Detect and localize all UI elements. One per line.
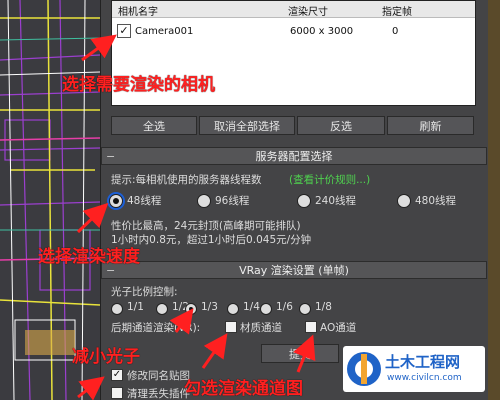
server-config-header[interactable]: − 服务器配置选择 — [101, 147, 487, 165]
photon-label-1-3: 1/3 — [201, 301, 218, 313]
annotation-reduce-photon: 减小光子 — [72, 347, 140, 367]
photon-radio-1-4[interactable] — [227, 303, 239, 315]
refresh-button[interactable]: 刷新 — [387, 116, 474, 135]
table-row[interactable]: ✓ Camera001 6000 x 3000 0 — [112, 23, 475, 41]
rename-texture-checkbox[interactable]: ✓ — [111, 369, 123, 381]
photon-radio-1-3[interactable] — [185, 303, 197, 315]
site-watermark: 土木工程网 www.civilcn.com — [343, 346, 485, 392]
select-all-button[interactable]: 全选 — [111, 116, 197, 135]
photon-label-1-6: 1/6 — [276, 301, 293, 313]
annotation-select-camera: 选择需要渲染的相机 — [62, 75, 215, 95]
render-size-cell: 6000 x 3000 — [290, 26, 354, 37]
ao-channel-label: AO通道 — [320, 322, 357, 334]
column-header-camera-name: 相机名字 — [118, 7, 158, 18]
column-header-render-size: 渲染尺寸 — [288, 7, 328, 18]
thread-label-480: 480线程 — [415, 195, 457, 207]
photon-radio-1-2[interactable] — [156, 303, 168, 315]
thread-label-48: 48线程 — [127, 195, 162, 207]
civilcn-logo-icon — [347, 352, 381, 386]
material-channel-checkbox[interactable] — [225, 321, 237, 333]
table-header: 相机名字 渲染尺寸 指定帧 — [112, 1, 475, 18]
photon-radio-1-1[interactable] — [111, 303, 123, 315]
thread-label-96: 96线程 — [215, 195, 250, 207]
photon-label-1-8: 1/8 — [315, 301, 332, 313]
photon-ratio-label: 光子比例控制: — [111, 286, 178, 298]
server-config-title: 服务器配置选择 — [255, 150, 333, 163]
thread-label-240: 240线程 — [315, 195, 357, 207]
thread-hint-label: 提示:每相机使用的服务器线程数 — [111, 174, 262, 186]
vray-settings-header[interactable]: − VRay 渲染设置 (单帧) — [101, 261, 487, 279]
thread-radio-48[interactable] — [109, 194, 123, 208]
photon-radio-1-8[interactable] — [299, 303, 311, 315]
post-channel-label: 后期通道渲染(VR): — [111, 322, 201, 334]
pricing-description-1: 性价比最高，24元封顶(高峰期可能排队) — [111, 220, 301, 232]
camera-checkbox[interactable]: ✓ — [117, 24, 131, 38]
material-channel-label: 材质通道 — [240, 322, 282, 334]
invert-selection-button[interactable]: 反选 — [297, 116, 385, 135]
3d-viewport[interactable] — [0, 0, 100, 400]
annotation-select-speed: 选择渲染速度 — [38, 247, 140, 267]
pricing-rules-link[interactable]: (查看计价规则...) — [289, 172, 370, 187]
screenshot-stage: 相机名字 渲染尺寸 指定帧 ✓ Camera001 6000 x 3000 0 … — [0, 0, 500, 400]
watermark-title: 土木工程网 — [385, 353, 461, 371]
rename-texture-label: 修改同名贴图 — [127, 370, 190, 382]
thread-radio-240[interactable] — [297, 194, 311, 208]
clean-plugin-checkbox[interactable] — [111, 387, 123, 399]
annotation-check-channels: 勾选渲染通道图 — [184, 379, 303, 399]
submit-button[interactable]: 提交 — [261, 344, 339, 363]
column-header-frame: 指定帧 — [382, 7, 412, 18]
watermark-url: www.civilcn.com — [387, 373, 462, 383]
camera-name-cell: Camera001 — [135, 26, 194, 37]
frame-cell: 0 — [392, 26, 399, 37]
viewport-wireframe — [0, 0, 100, 400]
photon-radio-1-6[interactable] — [260, 303, 272, 315]
photon-label-1-4: 1/4 — [243, 301, 260, 313]
clean-plugin-label: 清理丢失插件 — [127, 388, 190, 400]
render-dialog-panel: 相机名字 渲染尺寸 指定帧 ✓ Camera001 6000 x 3000 0 … — [100, 0, 489, 400]
thread-radio-480[interactable] — [397, 194, 411, 208]
thread-radio-96[interactable] — [197, 194, 211, 208]
photon-label-1-1: 1/1 — [127, 301, 144, 313]
ao-channel-checkbox[interactable] — [305, 321, 317, 333]
panel-scrollbar[interactable] — [488, 0, 500, 400]
vray-settings-title: VRay 渲染设置 (单帧) — [239, 264, 349, 277]
collapse-icon[interactable]: − — [106, 148, 115, 166]
deselect-all-button[interactable]: 取消全部选择 — [199, 116, 295, 135]
pricing-description-2: 1小时内0.8元，超过1小时后0.045元/分钟 — [111, 234, 312, 246]
